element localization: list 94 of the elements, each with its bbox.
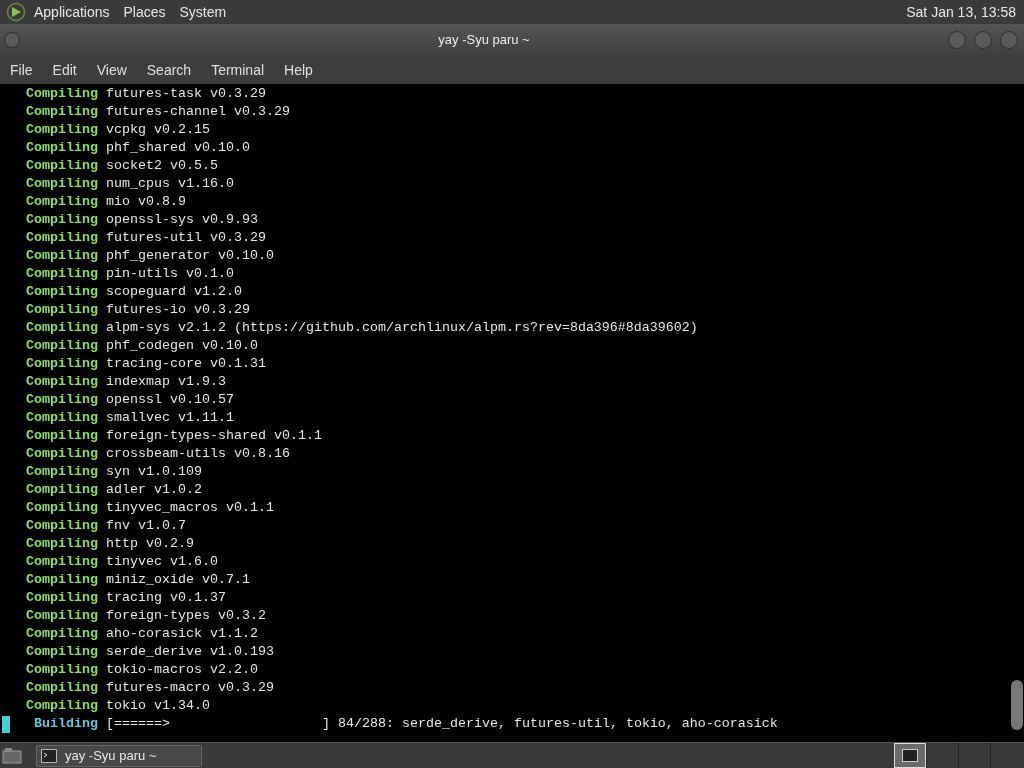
status-verb: Compiling (26, 86, 98, 101)
menu-item[interactable]: File (4, 59, 39, 81)
terminal-output: futures-io v0.3.29 (106, 302, 250, 317)
window-thumbnail-icon (902, 749, 918, 762)
terminal-output: pin-utils v0.1.0 (106, 266, 234, 281)
window-title: yay -Syu paru ~ (437, 31, 531, 50)
status-verb: Compiling (26, 140, 98, 155)
status-verb: Compiling (26, 428, 98, 443)
menu-item[interactable]: Search (140, 59, 198, 81)
panel-menu[interactable]: System (179, 1, 227, 23)
status-verb: Compiling (26, 194, 98, 209)
status-verb: Compiling (26, 644, 98, 659)
status-verb: Compiling (26, 248, 98, 263)
status-verb: Compiling (26, 284, 98, 299)
status-verb: Compiling (26, 626, 98, 641)
terminal-output: num_cpus v1.16.0 (106, 176, 234, 191)
desktop-icon[interactable] (2, 746, 22, 765)
status-verb: Compiling (26, 608, 98, 623)
status-verb: Compiling (26, 266, 98, 281)
terminal-output: vcpkg v0.2.15 (106, 122, 210, 137)
terminal-output: tinyvec_macros v0.1.1 (106, 500, 274, 515)
status-verb: Compiling (26, 338, 98, 353)
terminal-output: adler v1.0.2 (106, 482, 202, 497)
menu-item[interactable]: Help (278, 59, 319, 81)
status-verb: Compiling (26, 410, 98, 425)
terminal-output: openssl-sys v0.9.93 (106, 212, 258, 227)
terminal-output: scopeguard v1.2.0 (106, 284, 242, 299)
terminal-output: smallvec v1.11.1 (106, 410, 234, 425)
status-verb: Building (34, 716, 98, 731)
status-verb: Compiling (26, 230, 98, 245)
terminal-output: socket2 v0.5.5 (106, 158, 218, 173)
terminal-output: tinyvec v1.6.0 (106, 554, 218, 569)
terminal-output: syn v1.0.109 (106, 464, 202, 479)
status-verb: Compiling (26, 680, 98, 695)
status-verb: Compiling (26, 590, 98, 605)
scrollbar-thumb[interactable] (1011, 680, 1023, 730)
status-verb: Compiling (26, 122, 98, 137)
terminal-output: tracing-core v0.1.31 (106, 356, 266, 371)
terminal-output: miniz_oxide v0.7.1 (106, 572, 250, 587)
terminal-output: indexmap v1.9.3 (106, 374, 226, 389)
status-verb: Compiling (26, 698, 98, 713)
status-verb: Compiling (26, 302, 98, 317)
terminal-output: phf_shared v0.10.0 (106, 140, 250, 155)
terminal-output: phf_codegen v0.10.0 (106, 338, 258, 353)
cursor-block (2, 716, 10, 733)
panel-menu[interactable]: Places (123, 1, 166, 23)
terminal-output: [======> ] 84/288: serde_derive, futures-util, tokio, aho-corasick (106, 716, 778, 731)
status-verb: Compiling (26, 104, 98, 119)
taskbar-button[interactable]: yay -Syu paru ~ (36, 744, 202, 767)
terminal-output: futures-util v0.3.29 (106, 230, 266, 245)
menu-item[interactable]: View (90, 59, 133, 81)
panel-menu[interactable]: Applications (34, 1, 110, 23)
close-button[interactable] (1000, 31, 1018, 49)
status-verb: Compiling (26, 374, 98, 389)
status-verb: Compiling (26, 446, 98, 461)
terminal-icon (41, 748, 57, 763)
status-verb: Compiling (26, 554, 98, 569)
terminal-output: tokio v1.34.0 (106, 698, 210, 713)
status-verb: Compiling (26, 482, 98, 497)
terminal-output: aho-corasick v1.1.2 (106, 626, 258, 641)
status-verb: Compiling (26, 518, 98, 533)
terminal-output: tokio-macros v2.2.0 (106, 662, 258, 677)
maximize-button[interactable] (974, 31, 992, 49)
terminal-output: fnv v1.0.7 (106, 518, 186, 533)
clock: Sat Jan 13, 13:58 (906, 2, 1016, 22)
terminal-output: openssl v0.10.57 (106, 392, 234, 407)
play-logo-icon (6, 2, 26, 22)
terminal-output: futures-task v0.3.29 (106, 86, 266, 101)
status-verb: Compiling (26, 158, 98, 173)
terminal-output: crossbeam-utils v0.8.16 (106, 446, 290, 461)
terminal-output: http v0.2.9 (106, 536, 194, 551)
window-menu-button[interactable] (4, 32, 20, 48)
terminal-output: mio v0.8.9 (106, 194, 186, 209)
minimize-button[interactable] (948, 31, 966, 49)
status-verb: Compiling (26, 212, 98, 227)
terminal-output: futures-macro v0.3.29 (106, 680, 274, 695)
status-verb: Compiling (26, 356, 98, 371)
status-verb: Compiling (26, 500, 98, 515)
terminal-output: serde_derive v1.0.193 (106, 644, 274, 659)
terminal-output: phf_generator v0.10.0 (106, 248, 274, 263)
terminal-output: foreign-types v0.3.2 (106, 608, 266, 623)
terminal-output: alpm-sys v2.1.2 (https://github.com/archlinux/alpm.rs?rev=8da396#8da39602) (106, 320, 698, 335)
status-verb: Compiling (26, 320, 98, 335)
status-verb: Compiling (26, 464, 98, 479)
menu-item[interactable]: Edit (46, 59, 83, 81)
menu-item[interactable]: Terminal (205, 59, 271, 81)
status-verb: Compiling (26, 536, 98, 551)
status-verb: Compiling (26, 572, 98, 587)
terminal-output: foreign-types-shared v0.1.1 (106, 428, 322, 443)
status-verb: Compiling (26, 662, 98, 677)
status-verb: Compiling (26, 176, 98, 191)
terminal-output: tracing v0.1.37 (106, 590, 226, 605)
status-verb: Compiling (26, 392, 98, 407)
terminal-output: futures-channel v0.3.29 (106, 104, 290, 119)
